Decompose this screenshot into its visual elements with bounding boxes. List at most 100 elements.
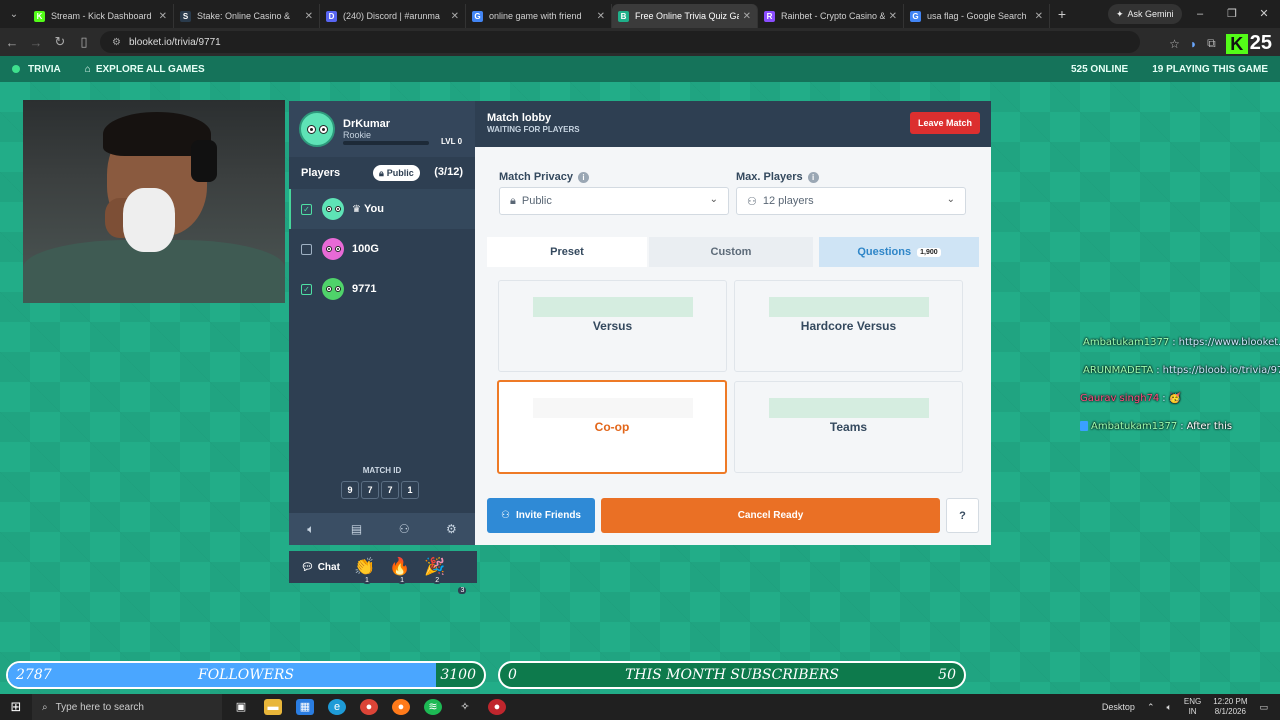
cancel-ready-button[interactable]: Cancel Ready [601,498,940,533]
volume-icon[interactable]: 🔈︎ [307,522,314,537]
tab-custom[interactable]: Custom [649,237,813,267]
settings-gear-icon[interactable]: ⚙ [446,522,457,536]
chat-bar: 💬︎ Chat 👏 1 🔥 1 🎉 2 3 [289,551,477,594]
player-row[interactable]: ✓ ♛ You [289,189,475,229]
new-tab-button[interactable]: + [1050,6,1074,22]
stream-chat-overlay: Ambatukam1377: https://www.blooket.com/ … [1080,328,1280,440]
players-icon: ⚇ [501,510,510,521]
close-tab-icon[interactable]: ✕ [597,11,605,22]
player-name: 100G [352,243,379,255]
info-icon[interactable]: i [807,171,819,183]
extension-icon[interactable]: ◗ [1190,37,1197,51]
home-icon: ⌂ [84,63,91,75]
lobby-sidebar: DrKumar Rookie LVL 0 Players 🔒︎ Public (3… [289,101,475,545]
crown-icon: ♛ [352,203,361,215]
news-icon[interactable]: ▤ [351,522,362,536]
spotify-icon[interactable]: ≋ [424,699,442,715]
max-players-label: Max. Players i [736,171,819,183]
reload-icon[interactable]: ↻ [48,34,72,50]
close-tab-icon[interactable]: ✕ [1035,11,1043,22]
playing-count: 19 PLAYING THIS GAME [1152,63,1268,75]
profile-name: DrKumar [343,118,391,130]
tab-questions[interactable]: Questions 1,900 [819,237,979,267]
recording-app-icon[interactable]: ● [488,699,506,715]
tray-chevron-icon[interactable]: ⌃ [1147,702,1155,713]
max-players-select[interactable]: ⚇ 12 players ⌄ [736,187,966,215]
browser-tab[interactable]: S Stake: Online Casino & ✕ [174,4,320,28]
close-tab-icon[interactable]: ✕ [159,11,167,22]
match-privacy-select[interactable]: 🔒︎ Public ⌄ [499,187,729,215]
mode-card-hardcore-versus[interactable]: Hardcore Versus [734,280,963,372]
language-indicator[interactable]: ENG IN [1184,697,1201,717]
help-button[interactable]: ? [946,498,979,533]
lock-icon: 🔒︎ [379,167,384,178]
task-view-icon[interactable]: ▣ [232,699,250,715]
clock[interactable]: 12:20 PM 8/1/2026 [1213,697,1247,717]
close-tab-icon[interactable]: ✕ [743,11,751,22]
chevron-down-icon: ⌄ [946,194,955,205]
close-tab-icon[interactable]: ✕ [451,11,459,22]
online-dot-icon [12,65,20,73]
ready-checkbox [301,243,312,255]
mode-card-versus[interactable]: Versus [498,280,727,372]
tab-preset[interactable]: Preset [487,237,647,267]
game-name-link[interactable]: TRIVIA [28,64,61,75]
back-icon[interactable]: ← [0,35,24,50]
restore-icon[interactable]: ❐ [1216,0,1248,28]
ready-checkbox: ✓ [301,283,312,295]
leave-match-button[interactable]: Leave Match [910,112,980,134]
tab-favicon-icon: R [764,10,775,22]
tab-search-icon[interactable]: ⌄ [0,0,28,28]
player-row[interactable]: ✓ 9771 [289,269,475,309]
reaction-clap-button[interactable]: 👏 1 [354,557,375,584]
site-nav: TRIVIA ⌂ EXPLORE ALL GAMES 525 ONLINE 19 … [0,56,1280,82]
firefox-icon[interactable]: ● [392,699,410,715]
player-count: (3/12) [434,166,463,178]
browser-tab[interactable]: K Stream - Kick Dashboard ✕ [28,4,174,28]
tab-favicon-icon: S [180,10,191,22]
mode-card-coop[interactable]: Co-op [497,380,727,474]
tab-favicon-icon: K [34,10,45,22]
webcam-overlay [23,100,285,303]
site-info-icon[interactable]: ⚙ [112,37,121,48]
stream-chat-message: Ambatukam1377: After this [1080,412,1280,440]
app-icon[interactable]: ✧ [456,699,474,715]
reaction-party-button[interactable]: 🎉 2 [424,557,445,584]
tab-favicon-icon: D [326,10,337,22]
mode-card-teams[interactable]: Teams [734,381,963,473]
players-icon[interactable]: ⚇ [399,522,410,536]
ask-gemini-button[interactable]: ✦ Ask Gemini [1108,4,1182,24]
player-row[interactable]: 100G [289,229,475,269]
browser-tab[interactable]: D (240) Discord | #arunma ✕ [320,4,466,28]
url-input[interactable]: ⚙ blooket.io/trivia/9771 [100,31,1140,53]
close-tab-icon[interactable]: ✕ [305,11,313,22]
file-explorer-icon[interactable]: ▬ [264,699,282,715]
minimize-icon[interactable]: – [1184,0,1216,28]
close-window-icon[interactable]: ✕ [1248,0,1280,28]
browser-tab[interactable]: R Rainbet - Crypto Casino & ✕ [758,4,904,28]
volume-icon[interactable]: 🔈︎ [1166,702,1171,713]
edge-icon[interactable]: e [328,699,346,715]
tab-favicon-icon: G [910,10,921,22]
explore-games-link[interactable]: ⌂ EXPLORE ALL GAMES [85,64,205,75]
chrome-icon[interactable]: ● [360,699,378,715]
info-icon[interactable]: i [577,171,589,183]
window-controls: – ❐ ✕ [1184,0,1280,28]
subscribers-goal-bar: 0 THIS MONTH SUBSCRIBERS 50 [498,661,966,689]
notification-icon[interactable]: ▭ [1259,702,1268,713]
forward-icon[interactable]: → [24,35,48,50]
browser-tab[interactable]: Gonline game with friend ✕ [466,4,612,28]
store-icon[interactable]: ▦ [296,699,314,715]
extensions-puzzle-icon[interactable]: ⧉ [1207,36,1216,51]
sidebar-icon[interactable]: ▯ [72,34,96,50]
reaction-fire-button[interactable]: 🔥 1 [389,557,410,584]
bookmark-star-icon[interactable]: ☆ [1169,37,1180,51]
browser-tab[interactable]: Gusa flag - Google Search ✕ [904,4,1050,28]
invite-friends-button[interactable]: ⚇ Invite Friends [487,498,595,533]
taskbar-search-input[interactable]: ⌕ Type here to search [32,694,222,720]
desktop-label[interactable]: Desktop [1102,702,1135,712]
browser-tab[interactable]: B Free Online Trivia Quiz Gam ✕ [612,4,758,28]
chat-button[interactable]: 💬︎ Chat [301,562,340,573]
windows-start-icon[interactable]: ⊞ [0,699,32,715]
close-tab-icon[interactable]: ✕ [889,11,897,22]
